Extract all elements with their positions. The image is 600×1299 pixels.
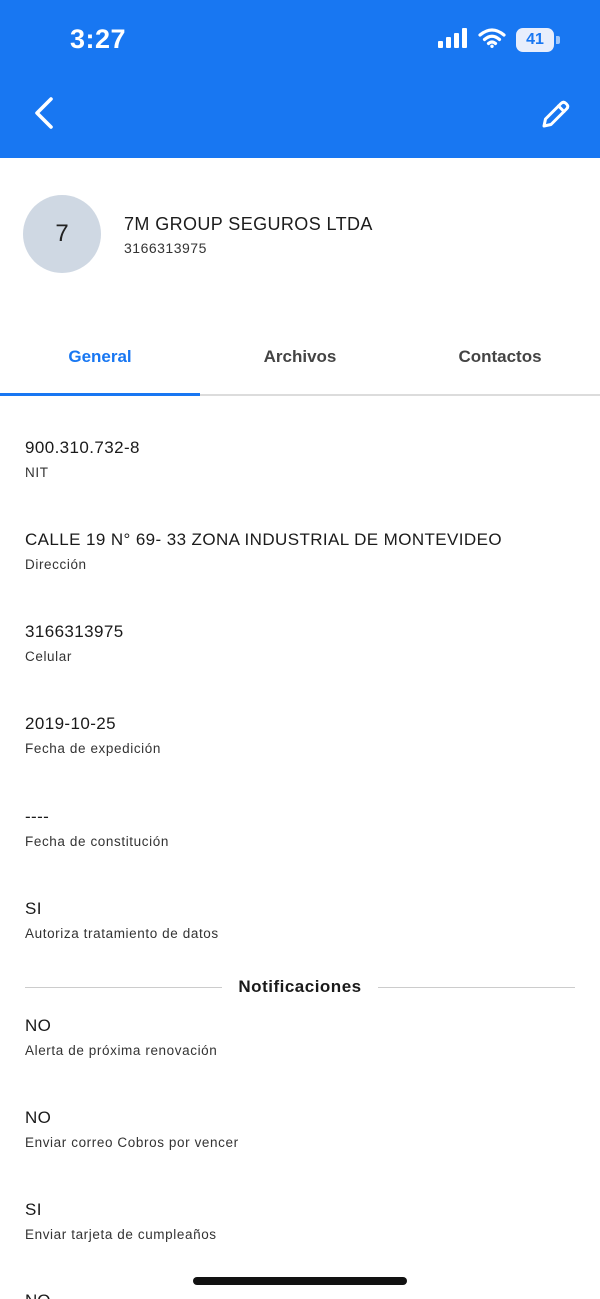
battery-level: 41 xyxy=(516,28,554,52)
field-label: Dirección xyxy=(25,557,87,572)
field-label: NIT xyxy=(25,465,49,480)
field-value: 2019-10-25 xyxy=(25,714,116,733)
field-nit: 900.310.732-8 NIT xyxy=(25,437,585,480)
company-name: 7M GROUP SEGUROS LTDA xyxy=(124,214,373,234)
field-value: NO xyxy=(25,1016,52,1035)
notifications-divider: Notificaciones xyxy=(25,974,576,1000)
field-autoriza-datos: SI Autoriza tratamiento de datos xyxy=(25,898,585,941)
field-value: NO xyxy=(25,1108,52,1127)
field-label: Celular xyxy=(25,649,72,664)
divider-line xyxy=(377,986,576,988)
field-tarjeta-cumpleanos: SI Enviar tarjeta de cumpleaños xyxy=(25,1199,585,1242)
profile-header: 7 7M GROUP SEGUROS LTDA 3166313975 xyxy=(0,158,600,318)
tab-archivos[interactable]: Archivos xyxy=(200,320,400,394)
tab-contactos[interactable]: Contactos xyxy=(400,320,600,394)
wifi-icon xyxy=(478,27,506,53)
field-label: Alerta de próxima renovación xyxy=(25,1043,218,1058)
field-label: Fecha de expedición xyxy=(25,741,161,756)
company-phone: 3166313975 xyxy=(124,240,207,256)
field-label: Autoriza tratamiento de datos xyxy=(25,926,219,941)
field-fecha-constitucion: ---- Fecha de constitución xyxy=(25,806,585,849)
back-button[interactable] xyxy=(26,92,62,138)
field-celular: 3166313975 Celular xyxy=(25,621,585,664)
field-value: SI xyxy=(25,899,42,918)
tab-general[interactable]: General xyxy=(0,320,200,396)
chevron-left-icon xyxy=(33,96,55,135)
field-value: 3166313975 xyxy=(25,622,124,641)
field-value: 900.310.732-8 xyxy=(25,438,140,457)
field-value-partial: NO xyxy=(25,1291,51,1299)
field-alerta-renovacion: NO Alerta de próxima renovación xyxy=(25,1015,585,1058)
status-time: 3:27 xyxy=(70,24,127,54)
notifications-title: Notificaciones xyxy=(238,977,362,996)
tab-bar: General Archivos Contactos xyxy=(0,320,600,396)
status-icons: 41 xyxy=(438,27,560,53)
home-indicator xyxy=(193,1277,407,1285)
field-value: ---- xyxy=(25,807,50,826)
field-correo-cobros: NO Enviar correo Cobros por vencer xyxy=(25,1107,585,1150)
field-value: SI xyxy=(25,1200,42,1219)
edit-button[interactable] xyxy=(534,94,578,138)
field-direccion: CALLE 19 N° 69- 33 ZONA INDUSTRIAL DE MO… xyxy=(25,529,585,572)
avatar: 7 xyxy=(23,195,101,273)
field-label: Enviar tarjeta de cumpleaños xyxy=(25,1227,217,1242)
divider-line xyxy=(25,986,223,988)
cellular-signal-icon xyxy=(438,27,468,53)
app-header: 3:27 41 xyxy=(0,0,600,158)
battery-icon: 41 xyxy=(516,28,560,52)
field-label: Enviar correo Cobros por vencer xyxy=(25,1135,239,1150)
field-value: CALLE 19 N° 69- 33 ZONA INDUSTRIAL DE MO… xyxy=(25,530,502,549)
field-label: Fecha de constitución xyxy=(25,834,169,849)
field-fecha-expedicion: 2019-10-25 Fecha de expedición xyxy=(25,713,585,756)
pencil-icon xyxy=(540,98,572,135)
